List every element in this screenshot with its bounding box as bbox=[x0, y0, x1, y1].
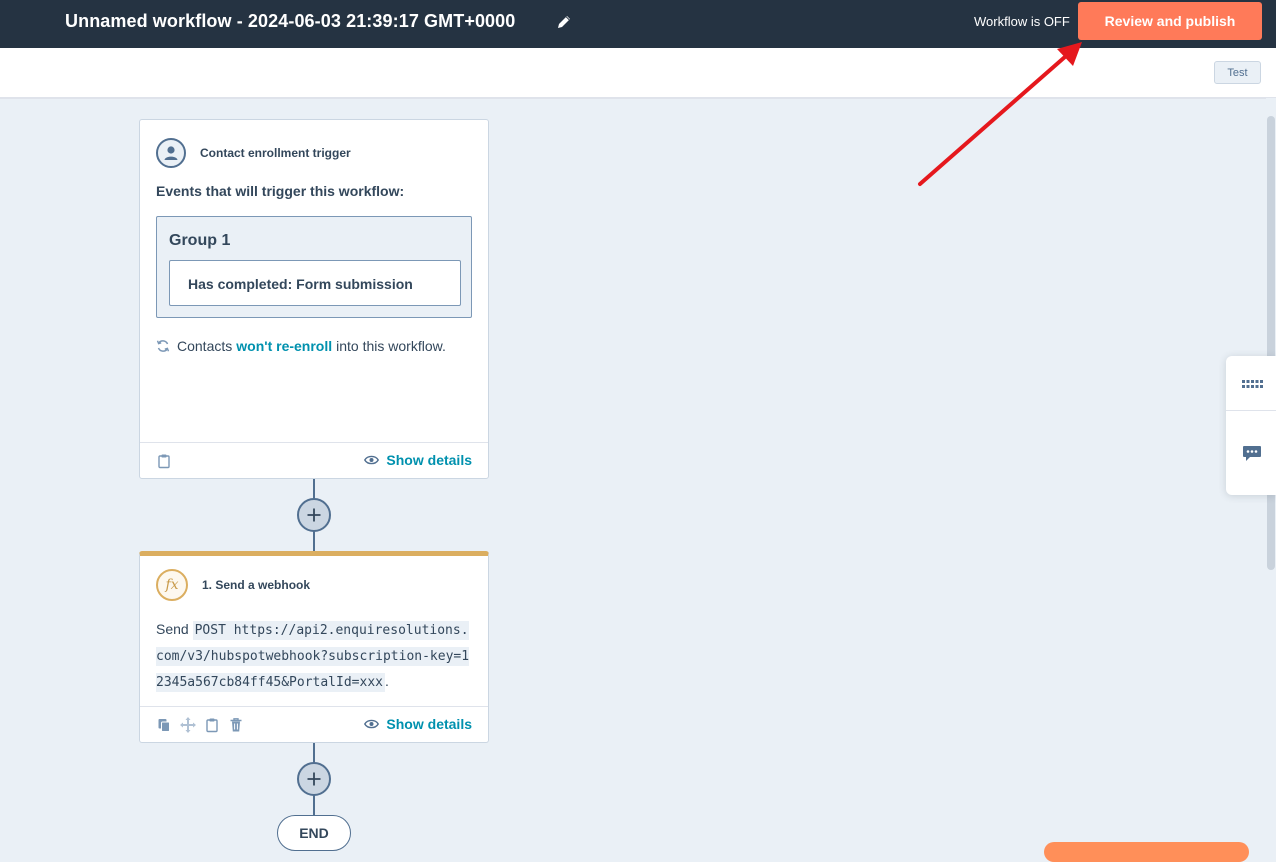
reenroll-setting: Contacts won't re-enroll into this workf… bbox=[156, 338, 446, 354]
delete-icon[interactable] bbox=[228, 717, 244, 733]
action-card-header: fx 1. Send a webhook bbox=[156, 569, 310, 601]
eye-icon bbox=[364, 719, 380, 729]
clipboard-icon[interactable] bbox=[156, 453, 172, 469]
webhook-request: POST https://api2.enquiresolutions.com/v… bbox=[156, 621, 470, 692]
send-suffix: . bbox=[384, 673, 389, 689]
top-navigation-bar: Unnamed workflow - 2024-06-03 21:39:17 G… bbox=[0, 0, 1276, 48]
add-action-button[interactable] bbox=[297, 498, 331, 532]
filter-text: Has completed: Form submission bbox=[188, 276, 413, 292]
side-panel-divider bbox=[1226, 410, 1276, 411]
reenroll-suffix: into this workflow. bbox=[336, 338, 446, 354]
workflow-toolbar: Test bbox=[0, 48, 1276, 99]
grid-icon[interactable] bbox=[1240, 374, 1264, 394]
clipboard-icon[interactable] bbox=[204, 717, 220, 733]
action-card-footer: Show details bbox=[140, 706, 488, 742]
show-details-label: Show details bbox=[386, 716, 472, 732]
add-action-button[interactable] bbox=[297, 762, 331, 796]
events-label: Events that will trigger this workflow: bbox=[156, 183, 405, 199]
webhook-action-card[interactable]: fx 1. Send a webhook Send POST https://a… bbox=[139, 551, 489, 743]
refresh-icon bbox=[156, 340, 170, 352]
copy-icon[interactable] bbox=[156, 717, 172, 733]
trigger-group: Group 1 Has completed: Form submission bbox=[156, 216, 472, 318]
show-details-label: Show details bbox=[386, 452, 472, 468]
plus-icon bbox=[307, 772, 321, 786]
test-button[interactable]: Test bbox=[1214, 61, 1261, 84]
workflow-title: Unnamed workflow - 2024-06-03 21:39:17 G… bbox=[65, 11, 516, 31]
chat-icon[interactable] bbox=[1240, 444, 1264, 464]
group-title: Group 1 bbox=[169, 232, 231, 249]
trigger-card-header: Contact enrollment trigger bbox=[156, 138, 351, 168]
review-and-publish-button[interactable]: Review and publish bbox=[1078, 2, 1262, 40]
plus-icon bbox=[307, 508, 321, 522]
edit-icon[interactable] bbox=[555, 13, 573, 31]
help-widget-button[interactable] bbox=[1044, 842, 1249, 862]
fx-icon: fx bbox=[156, 569, 188, 601]
eye-icon bbox=[364, 455, 380, 465]
send-prefix: Send bbox=[156, 621, 189, 637]
end-node: END bbox=[277, 815, 351, 851]
enrollment-trigger-card[interactable]: Contact enrollment trigger Events that w… bbox=[139, 119, 489, 479]
action-show-details-link[interactable]: Show details bbox=[364, 716, 472, 732]
canvas-side-panel bbox=[1226, 356, 1276, 495]
trigger-filter[interactable]: Has completed: Form submission bbox=[169, 260, 461, 306]
workflow-status: Workflow is OFF bbox=[974, 14, 1070, 29]
scrollbar-thumb[interactable] bbox=[1267, 116, 1275, 570]
action-card-title: 1. Send a webhook bbox=[202, 578, 311, 592]
reenroll-prefix: Contacts bbox=[177, 338, 233, 354]
contact-icon bbox=[156, 138, 186, 168]
trigger-show-details-link[interactable]: Show details bbox=[364, 452, 472, 468]
trigger-card-footer: Show details bbox=[140, 442, 488, 478]
reenroll-link[interactable]: won't re-enroll bbox=[236, 338, 332, 354]
trigger-card-title: Contact enrollment trigger bbox=[200, 146, 351, 160]
move-icon[interactable] bbox=[180, 717, 196, 733]
webhook-description: Send POST https://api2.enquiresolutions.… bbox=[156, 617, 474, 695]
